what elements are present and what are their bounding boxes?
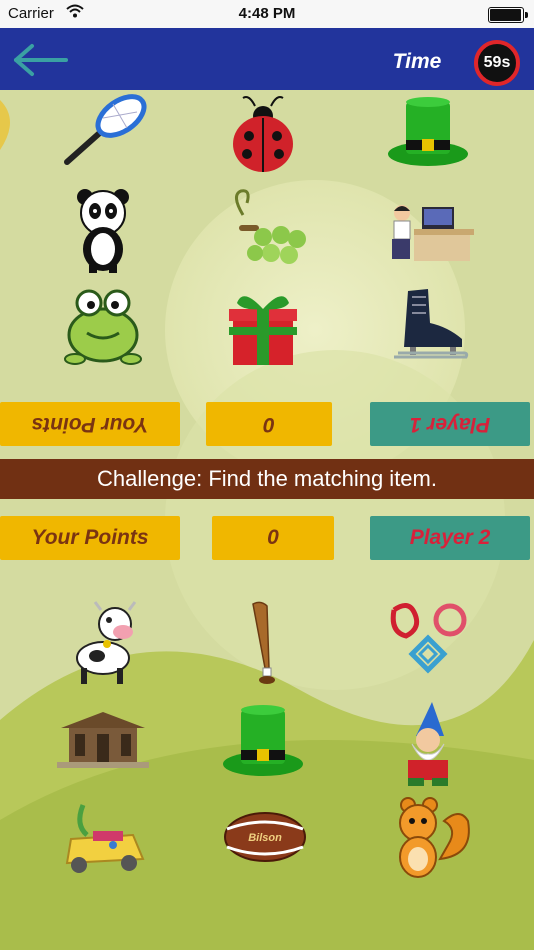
back-arrow-icon[interactable] bbox=[10, 42, 70, 78]
gift-box-icon[interactable] bbox=[213, 283, 313, 373]
countdown-timer: 59s bbox=[474, 40, 520, 86]
svg-text:Bilson: Bilson bbox=[248, 832, 282, 844]
pagoda-house-icon[interactable] bbox=[53, 700, 153, 790]
player2-points-label: Your Points bbox=[0, 516, 180, 560]
status-bar: Carrier 4:48 PM bbox=[0, 0, 534, 28]
person-at-computer-icon[interactable] bbox=[378, 185, 478, 275]
time-label: Time bbox=[392, 50, 442, 73]
battery-icon bbox=[488, 7, 528, 23]
player1-points-value: 0 bbox=[206, 402, 332, 446]
player2-name: Player 2 bbox=[370, 516, 530, 560]
player2-points-value: 0 bbox=[212, 516, 334, 560]
status-clock: 4:48 PM bbox=[238, 5, 296, 22]
garden-gnome-icon[interactable] bbox=[378, 700, 478, 790]
challenge-banner: Challenge: Find the matching item. bbox=[0, 459, 534, 499]
top-bar: Time 59s bbox=[0, 28, 534, 90]
baseball-bat-icon[interactable] bbox=[213, 598, 313, 688]
squirrel-icon[interactable] bbox=[378, 795, 478, 885]
cow-icon[interactable] bbox=[53, 598, 153, 688]
ice-skate-icon[interactable] bbox=[378, 283, 478, 373]
green-top-hat-icon[interactable] bbox=[378, 92, 478, 182]
grapes-icon[interactable] bbox=[213, 185, 313, 275]
green-top-hat-icon[interactable] bbox=[213, 700, 313, 790]
player1-points-label: Your Points bbox=[0, 402, 180, 446]
tennis-racket-icon[interactable] bbox=[53, 92, 153, 182]
flower-cookie-cutters-icon[interactable] bbox=[378, 598, 478, 688]
player1-name: Player 1 bbox=[370, 402, 530, 446]
toy-car-icon[interactable] bbox=[53, 795, 153, 885]
frog-icon[interactable] bbox=[53, 283, 153, 373]
ladybug-icon[interactable] bbox=[213, 92, 313, 182]
panda-icon[interactable] bbox=[53, 185, 153, 275]
football-icon[interactable]: Bilson bbox=[213, 795, 313, 885]
